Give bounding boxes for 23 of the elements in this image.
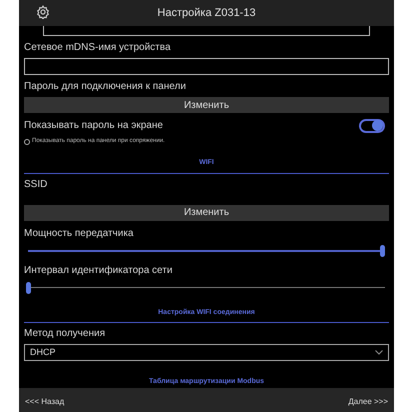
- field-label: Сетевое mDNS-имя устройства: [24, 41, 172, 55]
- chevron-down-icon: [375, 350, 383, 355]
- slider-thumb[interactable]: [26, 282, 31, 294]
- settings-icon[interactable]: [36, 5, 50, 19]
- slider-label: Мощность передатчика: [24, 226, 134, 240]
- method-dropdown[interactable]: DHCP: [24, 344, 389, 361]
- toggle-label: Показывать пароль на экране: [24, 119, 163, 133]
- back-link[interactable]: <<< Назад: [25, 396, 64, 408]
- change-button[interactable]: Изменить: [24, 204, 389, 220]
- slider[interactable]: [28, 244, 385, 256]
- toggle-switch[interactable]: [359, 118, 385, 132]
- field-label: SSID: [24, 178, 48, 192]
- field-label: Пароль для подключения к панели: [24, 80, 187, 94]
- next-link[interactable]: Далее >>>: [348, 396, 388, 408]
- input-field[interactable]: [43, 26, 370, 36]
- window-title: Настройка Z031-13: [157, 6, 256, 21]
- slider-thumb[interactable]: [380, 244, 385, 256]
- change-button[interactable]: Изменить: [24, 97, 389, 113]
- field-label: Метод получения: [24, 327, 106, 341]
- slider-label: Интервал идентификатора сети: [24, 264, 174, 278]
- slider[interactable]: [28, 282, 385, 294]
- radio-button[interactable]: [24, 138, 30, 144]
- input-field[interactable]: [24, 58, 389, 75]
